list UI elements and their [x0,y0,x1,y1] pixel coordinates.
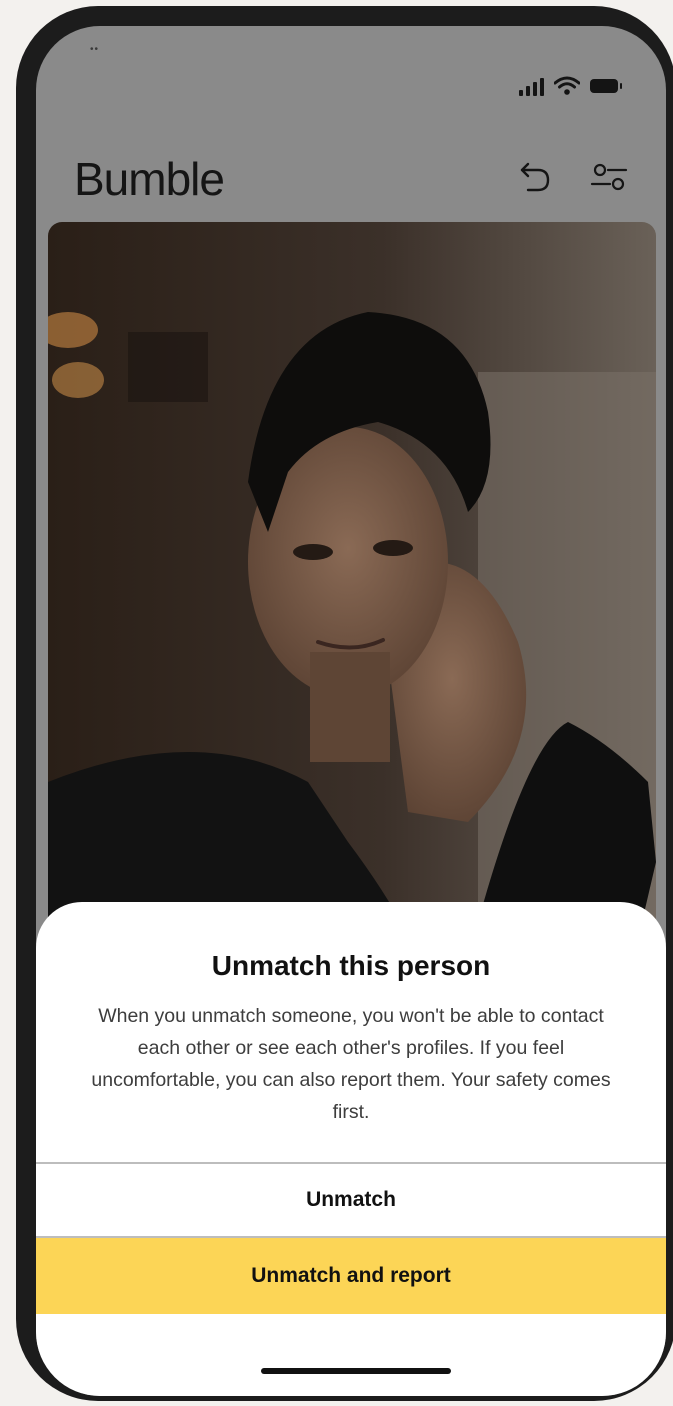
undo-icon[interactable] [512,156,556,200]
app-title: Bumble [74,153,225,205]
unmatch-dialog: Unmatch this person When you unmatch som… [36,902,666,1396]
dialog-title: Unmatch this person [211,950,491,981]
dialog-body: When you unmatch someone, you won't be a… [91,1005,611,1123]
phone-screen: •• Bumble Unmatch this person When you u… [36,26,666,1396]
filter-icon[interactable] [588,156,632,200]
status-bar [519,72,622,96]
phone-frame: •• Bumble Unmatch this person When you u… [16,6,673,1401]
battery-icon [590,79,622,93]
unmatch-and-report-button[interactable]: Unmatch and report [36,1238,666,1314]
unmatch-button[interactable]: Unmatch [36,1164,666,1236]
wifi-icon [554,76,580,95]
signal-icon [519,78,544,96]
home-indicator[interactable] [261,1368,451,1374]
camera-dots: •• [90,44,100,55]
